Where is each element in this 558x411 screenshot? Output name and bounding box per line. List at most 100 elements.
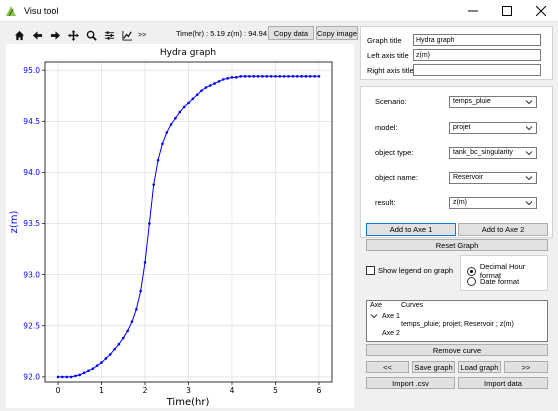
line-edit-icon	[121, 30, 132, 41]
tree-item-axe2-label: Axe 2	[382, 330, 400, 337]
plot-toolbar: >>	[10, 26, 148, 44]
plot-panel: >> Time(hr) : 5.19 z(m) : 94.94 Copy dat…	[6, 24, 358, 408]
import-csv-button[interactable]: Import .csv	[366, 377, 455, 389]
object-name-row: object name: Reservoir	[375, 171, 543, 184]
date-format-label: Date format	[480, 277, 520, 286]
right-axis-title-label: Right axis title	[367, 65, 414, 75]
copy-data-button[interactable]: Copy data	[268, 26, 314, 40]
tree-item-curve-label: temps_pluie; projet; Reservoir ; z(m)	[401, 321, 514, 328]
data-point	[65, 375, 69, 379]
pan-button[interactable]	[64, 27, 82, 43]
maximize-button[interactable]	[490, 0, 524, 22]
data-point	[95, 364, 99, 367]
data-point	[82, 371, 86, 375]
chevron-down-icon[interactable]	[370, 312, 378, 320]
tree-item-axe1[interactable]: Axe 1	[370, 312, 400, 320]
cursor-coordinates: Time(hr) : 5.19 z(m) : 94.94	[176, 29, 267, 38]
result-select[interactable]: z(m)	[449, 196, 537, 209]
remove-curve-button[interactable]: Remove curve	[366, 344, 548, 356]
tree-item-curve[interactable]: temps_pluie; projet; Reservoir ; z(m)	[401, 321, 514, 328]
close-icon	[536, 6, 546, 16]
data-point	[221, 78, 225, 81]
data-point	[252, 75, 256, 78]
grid	[45, 62, 332, 382]
y-tick-label: 92.5	[23, 321, 40, 330]
minimize-button[interactable]	[456, 0, 490, 22]
ticks: 0 1 2 3 4 5 6 92.0 92.5 93.0 93.5 94.0 94.5 95.0	[23, 66, 321, 395]
date-format-radio[interactable]	[467, 277, 476, 286]
time-format-box: Decimal Hour format Date format	[460, 255, 548, 291]
column-header-axe: Axe	[370, 302, 383, 309]
forward-button[interactable]	[46, 27, 64, 43]
chevron-down-icon	[525, 125, 533, 130]
object-name-select[interactable]: Reservoir	[449, 171, 537, 184]
toolbar-more-button[interactable]: >>	[138, 32, 146, 39]
subplots-icon	[104, 30, 114, 40]
add-to-axe1-button[interactable]: Add to Axe 1	[366, 223, 456, 236]
data-point	[156, 158, 160, 162]
data-point	[256, 75, 260, 78]
data-point	[243, 75, 247, 78]
chevron-down-icon	[525, 175, 533, 180]
show-legend-checkbox[interactable]	[366, 266, 375, 275]
tree-item-axe1-label: Axe 1	[382, 312, 400, 320]
y-tick-label: 94.5	[23, 117, 40, 126]
data-point	[143, 261, 147, 264]
scenario-select[interactable]: temps_pluie	[449, 95, 537, 108]
y-tick-label: 92.0	[23, 372, 40, 381]
load-graph-button[interactable]: Load graph	[458, 361, 501, 373]
model-select[interactable]: projet	[449, 121, 537, 134]
decimal-hour-radio[interactable]	[467, 266, 476, 276]
save-graph-button[interactable]: Save graph	[412, 361, 455, 373]
right-axis-title-input[interactable]	[413, 64, 541, 76]
data-point	[174, 116, 177, 120]
close-button[interactable]	[524, 0, 558, 22]
back-button[interactable]	[28, 27, 46, 43]
data-point	[208, 84, 212, 87]
data-point	[195, 93, 199, 97]
graph-title-input[interactable]: Hydra graph	[413, 34, 541, 46]
tree-item-axe2[interactable]: Axe 2	[382, 330, 400, 337]
data-point	[313, 75, 316, 78]
data-point	[121, 336, 125, 340]
data-point	[235, 76, 238, 79]
left-axis-title-input[interactable]: z(m)	[413, 49, 541, 61]
subplots-button[interactable]	[100, 27, 118, 43]
chart-svg[interactable]: Hydra graph 0 1 2 3 4 5 6 92.0 92.5 93.0 93.5 94.0 9…	[6, 44, 354, 408]
data-point	[126, 329, 129, 333]
previous-button[interactable]: <<	[366, 361, 409, 373]
chevron-down-icon	[525, 200, 533, 205]
plot-canvas[interactable]: Hydra graph 0 1 2 3 4 5 6 92.0 92.5 93.0 93.5 94.0 9…	[6, 44, 354, 408]
curves-tree[interactable]: Axe Curves Axe 1 temps_pluie; projet; Re…	[366, 300, 548, 342]
data-point	[239, 75, 242, 78]
object-type-select[interactable]: tank_bc_singularity	[449, 146, 537, 159]
scenario-row: Scenario: temps_pluie	[375, 95, 543, 108]
data-point	[182, 105, 186, 109]
copy-image-button[interactable]: Copy image	[316, 26, 358, 40]
x-tick-label: 4	[230, 386, 235, 395]
import-data-button[interactable]: Import data	[458, 377, 548, 389]
reset-graph-button[interactable]: Reset Graph	[366, 239, 548, 251]
data-point	[74, 374, 77, 378]
y-axis-label: z(m)	[9, 211, 20, 234]
data-point	[217, 80, 221, 83]
next-button[interactable]: >>	[504, 361, 548, 373]
show-legend-label: Show legend on graph	[378, 266, 454, 275]
result-value: z(m)	[453, 199, 467, 206]
data-point	[191, 97, 195, 101]
graph-title-row: Graph title Hydra graph	[367, 34, 541, 46]
result-label: result:	[375, 198, 396, 207]
data-point	[300, 75, 303, 78]
x-tick-label: 6	[317, 386, 322, 395]
show-legend-row[interactable]: Show legend on graph	[366, 266, 453, 275]
add-to-axe2-button[interactable]: Add to Axe 2	[458, 223, 548, 236]
x-axis-label: Time(hr)	[166, 397, 210, 408]
graph-title-label: Graph title	[367, 35, 402, 45]
titles-form: Graph title Hydra graph Left axis title …	[360, 26, 553, 80]
zoom-button[interactable]	[82, 27, 100, 43]
date-format-option[interactable]: Date format	[467, 277, 519, 286]
result-row: result: z(m)	[375, 196, 543, 209]
home-button[interactable]	[10, 27, 28, 43]
edit-curves-button[interactable]	[118, 27, 136, 43]
y-tick-label: 95.0	[23, 66, 40, 75]
